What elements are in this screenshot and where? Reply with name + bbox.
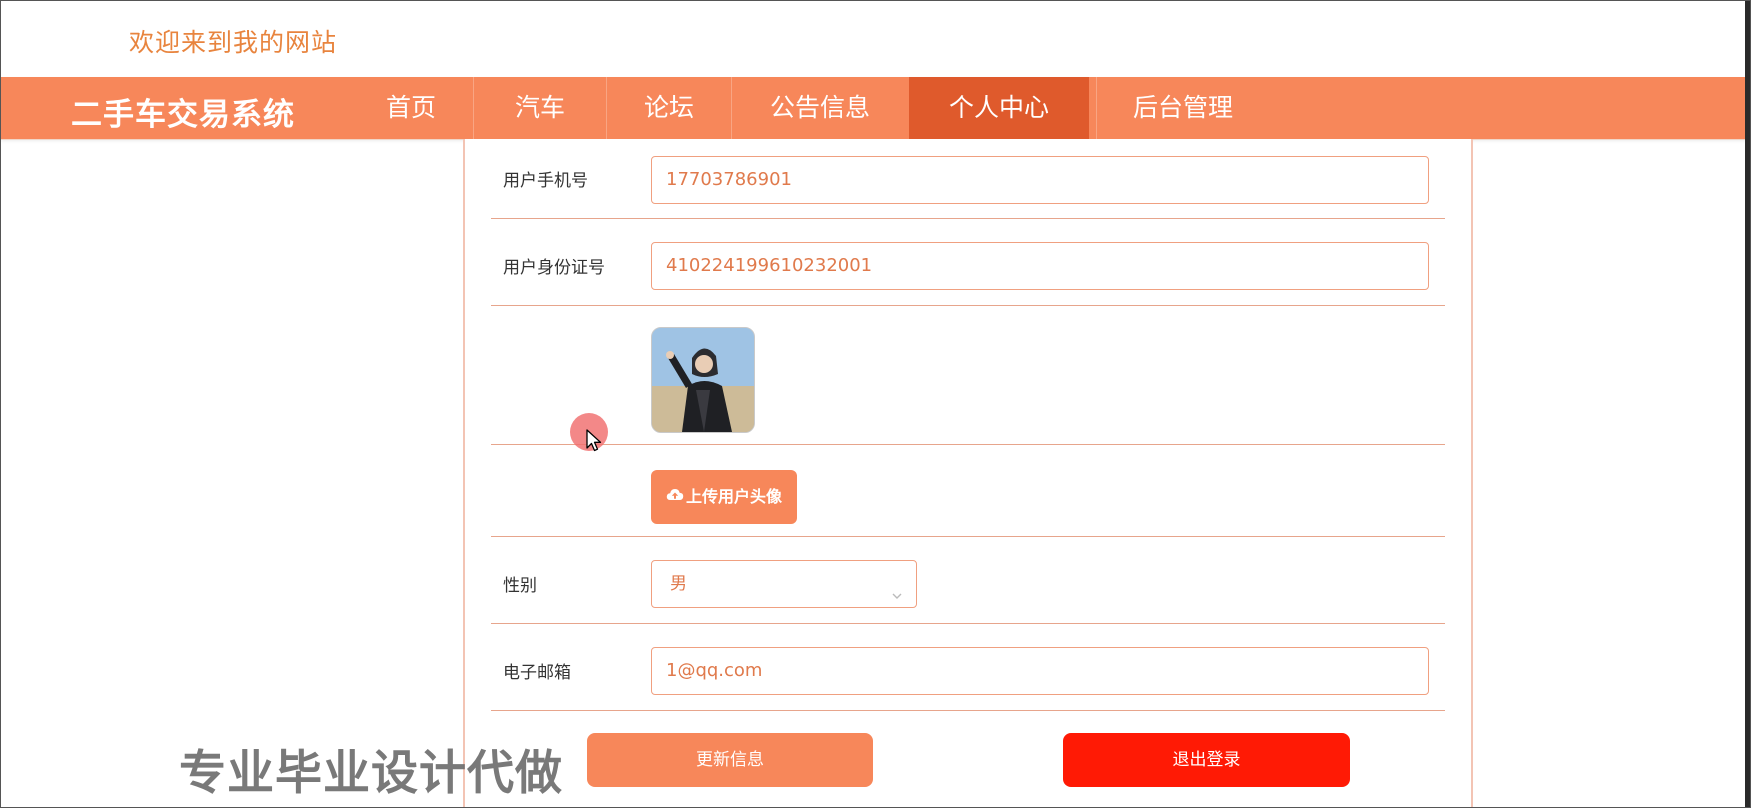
welcome-text: 欢迎来到我的网站 [129, 28, 338, 57]
browser-viewport: 欢迎来到我的网站 二手车交易系统 首页 汽车 论坛 公告信息 个人中心 后台管理… [0, 0, 1751, 808]
user-avatar-image [651, 327, 755, 433]
update-info-button[interactable]: 更新信息 [587, 733, 873, 787]
email-label: 电子邮箱 [503, 663, 571, 683]
upload-avatar-label: 上传用户头像 [685, 487, 782, 506]
top-navbar: 二手车交易系统 首页 汽车 论坛 公告信息 个人中心 后台管理 [1, 77, 1746, 139]
profile-form-card: 用户手机号 17703786901 用户身份证号 410224199610232… [463, 139, 1473, 807]
upload-avatar-button[interactable]: 上传用户头像 [651, 470, 797, 524]
gender-select[interactable]: 男 [651, 560, 917, 608]
gender-selected-value: 男 [670, 574, 687, 594]
id-number-label: 用户身份证号 [503, 258, 605, 278]
nav-item-forum[interactable]: 论坛 [607, 77, 731, 139]
chevron-down-icon [890, 575, 904, 621]
gender-label: 性别 [503, 576, 537, 596]
id-number-input[interactable]: 410224199610232001 [651, 242, 1429, 290]
form-row-id-number: 用户身份证号 410224199610232001 [491, 219, 1445, 306]
form-row-gender: 性别 男 [491, 537, 1445, 624]
mouse-pointer-icon [586, 429, 604, 457]
logout-button[interactable]: 退出登录 [1063, 733, 1350, 787]
phone-input[interactable]: 17703786901 [651, 156, 1429, 204]
phone-label: 用户手机号 [503, 171, 588, 191]
avatar-photo-icon [652, 328, 754, 432]
form-row-upload: 上传用户头像 [491, 445, 1445, 537]
nav-item-personal-center[interactable]: 个人中心 [909, 77, 1089, 139]
form-row-phone: 用户手机号 17703786901 [491, 139, 1445, 219]
nav-item-admin[interactable]: 后台管理 [1097, 77, 1269, 139]
cloud-upload-icon [666, 469, 684, 523]
watermark-text: 专业毕业设计代做 [179, 746, 563, 801]
nav-item-cars[interactable]: 汽车 [474, 77, 606, 139]
window-edge [1745, 1, 1750, 807]
nav-item-notices[interactable]: 公告信息 [732, 77, 908, 139]
site-logo[interactable]: 二手车交易系统 [71, 89, 295, 134]
form-row-avatar [491, 306, 1445, 445]
form-row-email: 电子邮箱 1@qq.com [491, 624, 1445, 711]
nav-item-home[interactable]: 首页 [349, 77, 473, 139]
email-input[interactable]: 1@qq.com [651, 647, 1429, 695]
